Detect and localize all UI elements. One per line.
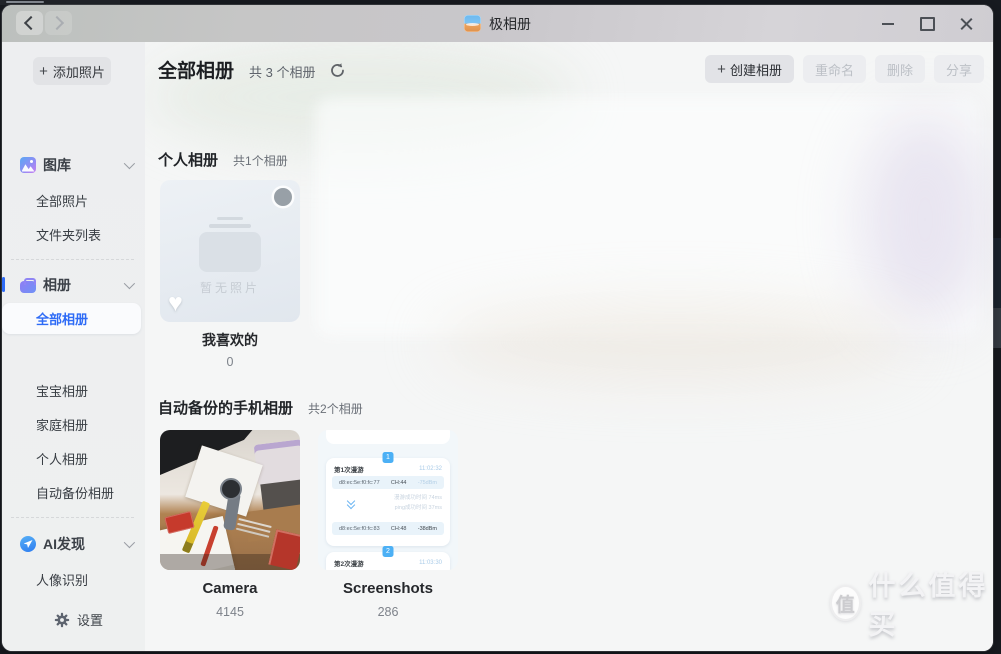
add-photos-button[interactable]: + 添加照片 — [33, 57, 111, 85]
rename-button[interactable]: 重命名 — [803, 55, 866, 83]
album-name[interactable]: 我喜欢的 — [160, 330, 300, 350]
app-logo-icon — [464, 15, 481, 32]
chevron-down-icon — [124, 278, 135, 289]
album-icon — [20, 281, 36, 293]
close-button[interactable] — [953, 11, 979, 37]
desktop-background — [993, 238, 1001, 308]
heart-icon: ♥ — [168, 289, 183, 318]
album-name[interactable]: Camera — [160, 580, 300, 597]
sidebar-item-family-album[interactable]: 家庭相册 — [2, 411, 141, 437]
album-photo-count: 0 — [160, 355, 300, 369]
plus-icon: + — [717, 62, 726, 77]
sidebar-item-auto-backup-album[interactable]: 自动备份相册 — [2, 479, 141, 505]
select-circle-icon[interactable] — [274, 188, 292, 206]
toolbar: + 创建相册 重命名 删除 分享 — [705, 55, 984, 83]
chevron-down-icon — [124, 158, 135, 169]
settings-label: 设置 — [77, 610, 103, 629]
chevron-double-down-icon — [348, 498, 355, 505]
screenshots-album-thumbnail: 第1次漫游 11:02:32 d8:ec:5e:f0:fc:77 CH:44 -… — [318, 430, 458, 570]
gallery-section-label: 图库 — [43, 155, 71, 175]
camera-album-thumbnail — [160, 430, 300, 570]
sidebar-item-scene-classification[interactable]: 场景分类 — [2, 600, 141, 605]
divider — [11, 259, 134, 260]
ai-section-label: AI发现 — [43, 534, 85, 554]
step-badge: 1 — [383, 452, 394, 463]
minimize-button[interactable] — [875, 11, 901, 37]
photo-stack-icon — [199, 232, 261, 272]
maximize-icon — [920, 17, 935, 31]
sidebar-section-albums[interactable]: 相册 — [2, 272, 145, 298]
sidebar-item-baby-album[interactable]: 宝宝相册 — [2, 377, 141, 403]
app-window: 极相册 + 添加照片 图库 全部照片 文件夹列表 — [2, 5, 993, 651]
sidebar-item-folder-list[interactable]: 文件夹列表 — [2, 221, 141, 247]
album-card-favorites[interactable]: 暂无照片 ♥ — [160, 180, 300, 322]
chevron-down-icon — [124, 537, 135, 548]
gallery-icon — [20, 157, 36, 173]
background-blur — [860, 112, 990, 327]
album-total-count: 共 3 个相册 — [249, 62, 315, 81]
refresh-icon[interactable] — [329, 62, 346, 79]
section-title: 自动备份的手机相册 — [158, 397, 293, 418]
albums-section-label: 相册 — [43, 275, 71, 295]
personal-albums-section-header: 个人相册 共1个相册 — [158, 149, 288, 170]
photo-stack-icon — [217, 217, 243, 220]
sidebar-section-gallery[interactable]: 图库 — [2, 152, 145, 178]
close-icon — [960, 17, 973, 30]
sidebar-item-all-albums[interactable]: 全部相册 — [2, 303, 141, 334]
maximize-button[interactable] — [914, 11, 940, 37]
background-blur — [315, 97, 980, 337]
watermark-text: 什么值得买 — [869, 564, 993, 642]
delete-button[interactable]: 删除 — [875, 55, 925, 83]
section-title: 个人相册 — [158, 149, 218, 170]
sidebar-item-face-recognition[interactable]: 人像识别 — [2, 566, 141, 592]
titlebar: 极相册 — [2, 5, 993, 42]
watermark-badge: 值 — [830, 585, 861, 621]
window-title-area: 极相册 — [2, 5, 993, 42]
album-photo-count: 4145 — [160, 605, 300, 619]
page-title: 全部相册 — [158, 56, 234, 83]
sidebar-item-all-photos[interactable]: 全部照片 — [2, 187, 141, 213]
section-count: 共1个相册 — [233, 152, 288, 169]
gear-icon — [54, 612, 70, 628]
main-content: 全部相册 共 3 个相册 + 创建相册 重命名 删除 分享 个人相册 共1个相册 — [145, 42, 993, 651]
step-badge: 2 — [383, 546, 394, 557]
photo-stack-icon — [209, 224, 251, 228]
sidebar-item-personal-album[interactable]: 个人相册 — [2, 445, 141, 471]
window-title: 极相册 — [489, 14, 531, 34]
section-count: 共2个相册 — [308, 400, 363, 417]
smzdm-watermark: 值 什么值得买 — [830, 564, 993, 642]
backup-albums-section-header: 自动备份的手机相册 共2个相册 — [158, 397, 363, 418]
create-album-button[interactable]: + 创建相册 — [705, 55, 794, 83]
sidebar: + 添加照片 图库 全部照片 文件夹列表 相册 — [2, 42, 145, 651]
share-button[interactable]: 分享 — [934, 55, 984, 83]
page-header: 全部相册 共 3 个相册 — [158, 56, 346, 83]
album-card-camera[interactable] — [160, 430, 300, 570]
minimize-icon — [882, 23, 894, 25]
album-photo-count: 286 — [318, 605, 458, 619]
ai-discovery-icon — [20, 536, 36, 552]
divider — [11, 517, 134, 518]
background-blur — [435, 302, 915, 382]
window-controls — [875, 5, 993, 42]
desktop-background — [993, 308, 1001, 348]
album-card-screenshots[interactable]: 第1次漫游 11:02:32 d8:ec:5e:f0:fc:77 CH:44 -… — [318, 430, 458, 570]
sidebar-nav: 图库 全部照片 文件夹列表 相册 全部相册 宝宝相册 — [2, 115, 145, 605]
sidebar-section-ai[interactable]: AI发现 — [2, 531, 145, 557]
album-name[interactable]: Screenshots — [318, 580, 458, 597]
add-photos-label: 添加照片 — [53, 62, 105, 81]
plus-icon: + — [39, 64, 48, 79]
settings-button[interactable]: 设置 — [54, 610, 103, 629]
